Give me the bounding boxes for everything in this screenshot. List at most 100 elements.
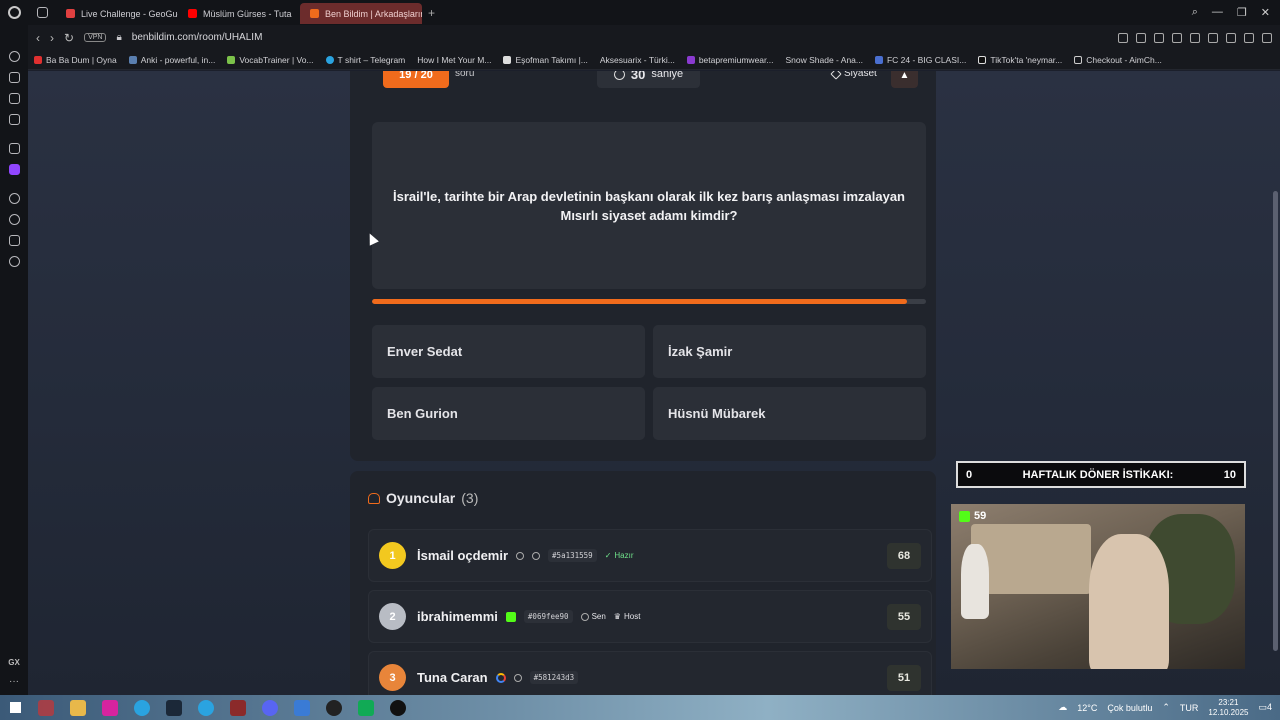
player-row[interactable]: 1 İsmail oçdemir #5a131559 ✓ Hazır 68 bbox=[368, 529, 932, 582]
player-row[interactable]: 2 ibrahimemmi #069fee90 Sen ♛ Host 55 bbox=[368, 590, 932, 643]
snapshot-icon[interactable] bbox=[1136, 32, 1146, 43]
extensions-icon[interactable] bbox=[8, 235, 20, 246]
bookmark-item[interactable]: Eşofman Takımı |... bbox=[503, 55, 588, 65]
messenger-icon[interactable] bbox=[8, 114, 20, 125]
bookmark-label: VocabTrainer | Vo... bbox=[239, 54, 314, 65]
background-house bbox=[971, 524, 1091, 594]
bookmark-item[interactable]: Aksesuarix - Türki... bbox=[600, 55, 675, 65]
weekly-counter-overlay: 0 HAFTALIK DÖNER İSTİKAKI: 10 bbox=[956, 461, 1246, 488]
bookmark-label: TikTok'ta 'neymar... bbox=[990, 54, 1063, 65]
bookmark-icon bbox=[686, 55, 695, 64]
close-button[interactable]: ✕ bbox=[1261, 6, 1270, 19]
download-icon[interactable] bbox=[1244, 32, 1254, 43]
reload-button[interactable]: ↻ bbox=[64, 31, 74, 45]
game-card: 19 / 20 soru 30 saniye Siyaset ▲ İsrail'… bbox=[350, 71, 936, 461]
obs-icon[interactable] bbox=[326, 699, 342, 716]
extensions-icon[interactable] bbox=[1208, 32, 1218, 43]
tab-benbildim[interactable]: Ben Bildim | Arkadaşlarını bbox=[300, 3, 422, 24]
geoguessr-icon bbox=[66, 9, 75, 18]
add-friend-icon[interactable] bbox=[513, 673, 522, 682]
player-row[interactable]: 3 Tuna Caran #581243d3 51 bbox=[368, 651, 932, 695]
host-tag: ♛ Host bbox=[614, 612, 641, 621]
file-explorer-icon[interactable] bbox=[70, 699, 86, 716]
terminal-icon[interactable] bbox=[358, 699, 374, 716]
opera-gx-app-icon[interactable] bbox=[38, 699, 54, 716]
steam-icon[interactable] bbox=[166, 699, 182, 716]
answer-option-2[interactable]: İzak Şamir bbox=[653, 325, 926, 378]
tab-geoguessr[interactable]: Live Challenge - GeoGues bbox=[56, 3, 178, 24]
news-icon[interactable] bbox=[8, 93, 20, 104]
google-icon bbox=[495, 672, 506, 683]
profile-icon[interactable] bbox=[1226, 32, 1236, 43]
app-icon[interactable] bbox=[294, 699, 310, 716]
status-label: Hazır bbox=[614, 551, 634, 560]
weekly-left-value: 0 bbox=[966, 468, 973, 481]
app-icon[interactable] bbox=[390, 699, 406, 716]
player-code: #5a131559 bbox=[548, 549, 597, 562]
notification-icon[interactable]: ▭4 bbox=[1258, 702, 1272, 713]
more-icon[interactable]: ··· bbox=[9, 676, 19, 687]
bookmark-item[interactable]: Anki - powerful, in... bbox=[128, 55, 215, 65]
back-button[interactable]: ‹ bbox=[36, 31, 40, 45]
opera-menu-button[interactable] bbox=[0, 0, 28, 25]
vpn-badge[interactable]: VPN bbox=[84, 33, 107, 42]
instagram-icon[interactable] bbox=[102, 699, 118, 716]
user-icon bbox=[580, 612, 589, 621]
menu-icon[interactable] bbox=[1262, 32, 1272, 43]
aria-icon[interactable] bbox=[8, 143, 20, 154]
chevron-up-icon[interactable]: ⌃ bbox=[1162, 702, 1170, 713]
start-button[interactable] bbox=[0, 695, 30, 720]
heart-icon[interactable] bbox=[1190, 32, 1200, 43]
tab-youtube[interactable]: Müslüm Gürses - Tuta bbox=[178, 3, 300, 24]
edge-icon[interactable] bbox=[134, 699, 150, 716]
gx-corner-icon[interactable] bbox=[8, 51, 20, 62]
forward-button[interactable]: › bbox=[50, 31, 54, 45]
bookmark-item[interactable]: TikTok'ta 'neymar... bbox=[978, 55, 1062, 65]
users-icon bbox=[368, 492, 380, 504]
report-button[interactable]: ▲ bbox=[891, 71, 918, 88]
opera-logo-icon bbox=[7, 6, 21, 19]
taskbar-clock[interactable]: 23:21 12.10.2025 bbox=[1208, 698, 1248, 718]
winrar-icon[interactable] bbox=[230, 699, 246, 716]
discord-icon[interactable] bbox=[262, 699, 278, 716]
pin-icon[interactable] bbox=[1118, 32, 1128, 43]
bookmark-item[interactable]: How I Met Your M... bbox=[417, 55, 491, 65]
bookmark-item[interactable]: FC 24 - BIG CLASI... bbox=[874, 54, 967, 65]
you-tag: Sen bbox=[580, 612, 606, 621]
gx-label[interactable]: GX bbox=[8, 658, 20, 667]
question-word: soru bbox=[455, 71, 475, 79]
bookmark-item[interactable]: Ba Ba Dum | Oyna bbox=[34, 55, 117, 65]
bookmark-item[interactable]: T shirt – Telegram bbox=[325, 55, 405, 65]
new-tab-button[interactable]: + bbox=[422, 6, 441, 20]
play-icon[interactable] bbox=[1172, 32, 1182, 43]
minimize-button[interactable]: — bbox=[1212, 6, 1223, 19]
bookmark-label: FC 24 - BIG CLASI... bbox=[886, 54, 967, 65]
shield-icon[interactable] bbox=[1154, 32, 1164, 43]
add-friend-icon[interactable] bbox=[532, 551, 541, 560]
twitch-icon[interactable] bbox=[8, 164, 20, 175]
url-field[interactable]: benbildim.com/room/UHALIM bbox=[132, 32, 263, 43]
weather-temp[interactable]: 12°C bbox=[1077, 703, 1097, 713]
language-indicator[interactable]: TUR bbox=[1180, 703, 1199, 713]
bookmark-item[interactable]: VocabTrainer | Vo... bbox=[227, 54, 314, 65]
answer-option-4[interactable]: Hüsnü Mübarek bbox=[653, 387, 926, 440]
telegram-icon[interactable] bbox=[198, 699, 214, 716]
time-progress-fill bbox=[372, 299, 907, 304]
restore-button[interactable]: ❐ bbox=[1237, 6, 1247, 19]
history-icon[interactable] bbox=[8, 214, 20, 225]
search-icon[interactable]: ⌕ bbox=[1192, 6, 1198, 19]
player-icon[interactable] bbox=[8, 193, 20, 204]
settings-icon[interactable] bbox=[8, 256, 20, 267]
weather-text[interactable]: Çok bulutlu bbox=[1107, 703, 1152, 713]
bookmark-label: Aksesuarix - Türki... bbox=[599, 54, 675, 65]
bookmark-item[interactable]: Snow Shade - Ana... bbox=[785, 55, 863, 65]
system-tray: ☁ 12°C Çok bulutlu ⌃ TUR 23:21 12.10.202… bbox=[1058, 698, 1280, 718]
bookmark-item[interactable]: Checkout - AimCh... bbox=[1074, 55, 1162, 65]
page-scrollbar[interactable] bbox=[1273, 191, 1278, 651]
answer-option-1[interactable]: Enver Sedat bbox=[372, 325, 645, 378]
telegram-icon bbox=[325, 55, 334, 64]
bookmark-item[interactable]: betapremiumwear... bbox=[686, 55, 773, 65]
answer-option-3[interactable]: Ben Gurion bbox=[372, 387, 645, 440]
gx-control-icon[interactable] bbox=[8, 72, 20, 83]
tab-overview-button[interactable] bbox=[28, 0, 56, 25]
